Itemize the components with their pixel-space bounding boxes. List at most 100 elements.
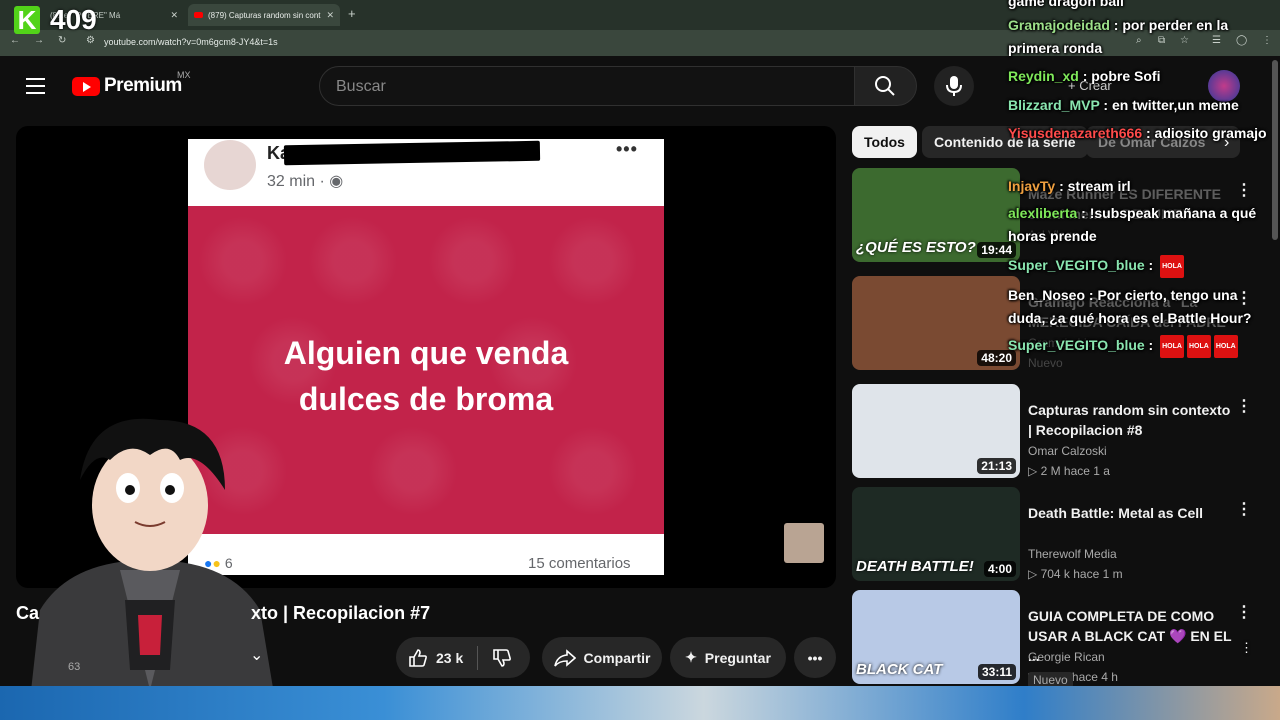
chat-message: Yisusdenazareth666 : adiosito gramajo: [1008, 122, 1278, 145]
chat-message: Super_VEGITO_blue : HOLA HOLA HOLA: [1008, 334, 1278, 358]
chevron-down-icon[interactable]: ⌄: [250, 645, 263, 665]
region-label: MX: [177, 70, 191, 80]
like-count[interactable]: 23 k: [436, 650, 463, 666]
share-label: Compartir: [583, 649, 651, 666]
chat-username: Super_VEGITO_blue: [1008, 257, 1145, 273]
rec-thumbnail[interactable]: ¿QUÉ ES ESTO? 19:44: [852, 168, 1020, 262]
rec-thumbnail[interactable]: BLACK CAT 33:11: [852, 590, 1020, 684]
emote-badge: HOLA: [1160, 334, 1184, 358]
emote-badge: HOLA: [1213, 334, 1238, 358]
rec-more-icon[interactable]: ⋮: [1236, 396, 1252, 416]
rec-thumbnail-caption: DEATH BATTLE!: [856, 558, 974, 575]
chat-username: Yisusdenazareth666: [1008, 125, 1143, 141]
divider: [477, 645, 479, 670]
rec-title[interactable]: Death Battle: Metal as Cell: [1028, 503, 1238, 523]
dislike-icon[interactable]: [492, 648, 512, 668]
kick-logo-icon: K: [14, 6, 40, 34]
chat-message: Blizzard_MVP : en twitter,un meme: [1008, 94, 1278, 117]
ask-button[interactable]: ✦ Preguntar: [670, 637, 786, 678]
chat-message: Super_VEGITO_blue : HOLA: [1008, 254, 1278, 278]
close-tab-icon[interactable]: ✕: [326, 10, 334, 21]
search-icon: [875, 76, 895, 96]
globe-icon: ◉: [329, 173, 344, 190]
search-button[interactable]: [854, 66, 917, 106]
rec-thumbnail[interactable]: DEATH BATTLE! 4:00: [852, 487, 1020, 581]
rec-more-icon[interactable]: ⋮: [1240, 640, 1253, 656]
emote-badge: HOLA: [1186, 334, 1211, 358]
chat-username: Ben_Noseo: [1008, 287, 1086, 303]
chat-message: Gramajodeidad : por perder en la primera…: [1008, 14, 1278, 60]
chat-text: game dragon ball: [1008, 0, 1124, 9]
video-title-end: xto | Recopilacion #7: [251, 603, 431, 623]
chat-text: : stream irl: [1055, 178, 1131, 194]
rec-more-icon[interactable]: ⋮: [1236, 499, 1252, 519]
rec-meta: ▷ 2 M hace 1 a: [1028, 464, 1110, 478]
rec-thumbnail[interactable]: 48:20: [852, 276, 1020, 370]
microphone-icon: [946, 76, 962, 96]
post-line-1: Alguien que venda: [283, 335, 569, 371]
corner-thumbnail: [784, 523, 824, 563]
rec-channel[interactable]: Georgie Rican: [1028, 648, 1105, 666]
browser-tab-active[interactable]: (879) Capturas random sin cont ✕: [188, 4, 340, 26]
forward-icon[interactable]: →: [34, 35, 44, 46]
post-comments: 15 comentarios: [528, 555, 631, 572]
chat-username: Reydin_xd: [1008, 68, 1079, 84]
chat-username: Blizzard_MVP: [1008, 97, 1100, 113]
post-time: 32 min · ◉: [267, 171, 343, 191]
rec-thumbnail-caption: BLACK CAT: [856, 661, 943, 678]
rec-channel[interactable]: Omar Calzoski: [1028, 442, 1107, 460]
back-icon[interactable]: ←: [10, 35, 20, 46]
chat-username: InjavTy: [1008, 178, 1056, 194]
chat-message: alexliberta : !subspeak mañana a qué hor…: [1008, 202, 1278, 248]
like-icon[interactable]: [408, 648, 428, 668]
viewer-counter: 409: [50, 4, 97, 35]
voice-search-button[interactable]: [934, 66, 974, 106]
more-actions-button[interactable]: •••: [794, 637, 836, 678]
menu-icon[interactable]: [26, 78, 45, 94]
ask-label: Preguntar: [704, 649, 771, 666]
logo-text[interactable]: Premium: [104, 75, 182, 97]
reload-icon[interactable]: ↻: [58, 35, 66, 46]
chat-message: Ben_Noseo : Por cierto, tengo una duda, …: [1008, 284, 1278, 330]
chat-text: :: [1144, 257, 1158, 273]
like-dislike-group: 23 k: [396, 637, 530, 678]
search-input[interactable]: [334, 77, 818, 97]
rec-meta: ▷ 704 k hace 1 m: [1028, 567, 1123, 581]
more-icon: •••: [807, 649, 823, 666]
rec-duration: 33:11: [977, 664, 1016, 680]
chat-text: : pobre Sofi: [1078, 68, 1161, 84]
rec-more-icon[interactable]: ⋮: [1236, 602, 1252, 622]
post-avatar: [204, 140, 256, 190]
share-button[interactable]: Compartir: [542, 637, 662, 678]
youtube-logo-icon[interactable]: [72, 77, 100, 96]
video-title-start: Ca: [16, 603, 40, 623]
new-tab-button[interactable]: +: [348, 6, 356, 21]
chat-text: : adiosito gramajo: [1142, 125, 1267, 141]
video-title: Ca xto | Recopilacion #7: [16, 603, 430, 624]
chat-message: Reydin_xd : pobre Sofi: [1008, 65, 1278, 88]
rec-channel[interactable]: Therewolf Media: [1028, 545, 1117, 563]
chat-message: InjavTy : stream irl: [1008, 175, 1278, 198]
chat-text: :: [1144, 337, 1158, 353]
close-tab-icon[interactable]: ✕: [170, 10, 178, 21]
post-time-text: 32 min ·: [267, 173, 330, 190]
search-box[interactable]: [319, 66, 855, 106]
chat-username: Gramajodeidad: [1008, 17, 1110, 33]
chat-text: : en twitter,un meme: [1099, 97, 1239, 113]
scrollbar[interactable]: [1272, 60, 1278, 240]
share-icon: [553, 648, 576, 667]
chip-todos[interactable]: Todos: [852, 126, 917, 158]
streamer-avatar: [30, 418, 275, 700]
site-info-icon[interactable]: ⚙: [86, 35, 95, 46]
youtube-favicon-icon: [194, 12, 203, 18]
subscriber-count: 63: [68, 661, 81, 673]
chat-message: game dragon ball: [1008, 0, 1278, 13]
url-field[interactable]: youtube.com/watch?v=0m6gcm8-JY4&t=1s: [104, 37, 278, 47]
rec-thumbnail[interactable]: 21:13: [852, 384, 1020, 478]
sparkle-icon: ✦: [685, 649, 697, 665]
tab-label: (879) Capturas random sin cont: [208, 10, 321, 20]
rec-title[interactable]: Capturas random sin contexto | Recopilac…: [1028, 400, 1238, 440]
chat-username: Super_VEGITO_blue: [1008, 337, 1145, 353]
rec-duration: 21:13: [977, 458, 1016, 474]
post-more-icon: •••: [616, 139, 638, 159]
